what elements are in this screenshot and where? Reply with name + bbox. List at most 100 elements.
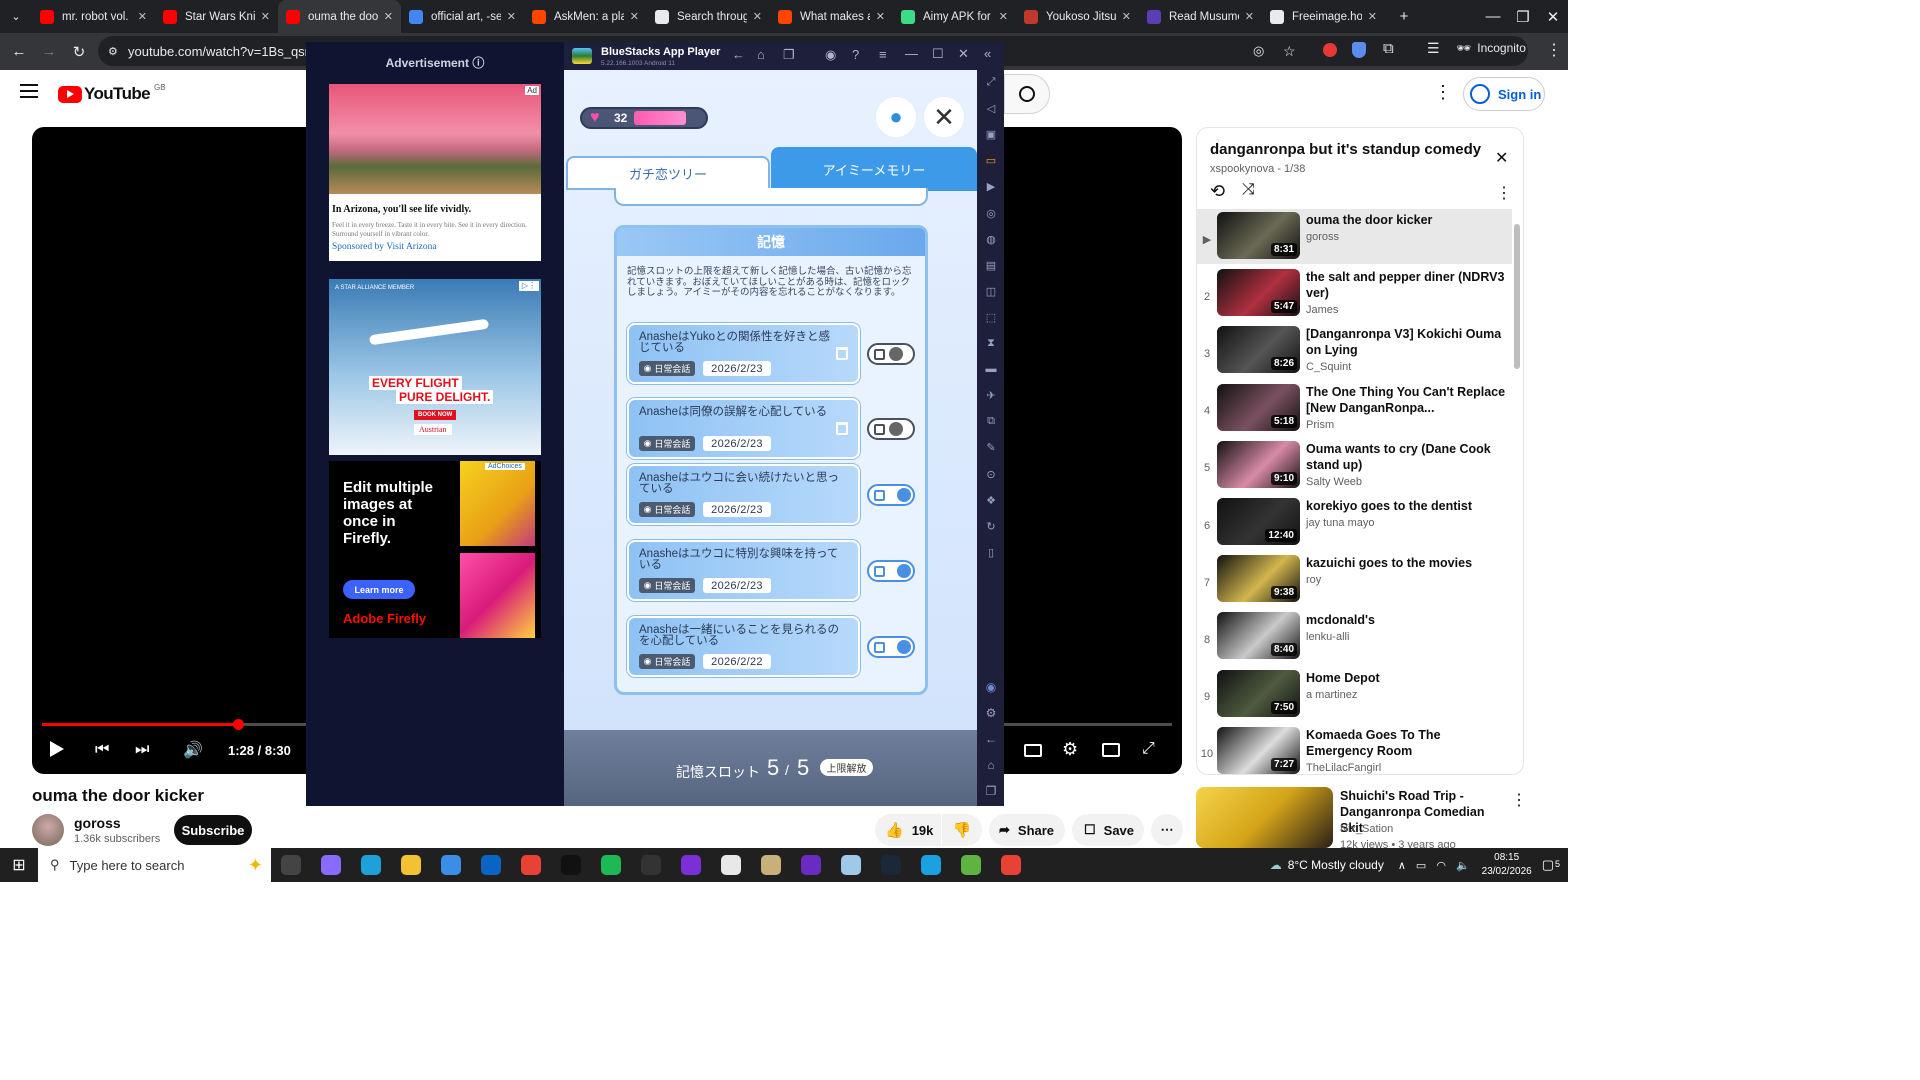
store-icon[interactable] [431,848,471,882]
bs-macro-icon[interactable]: ⧗ [984,337,998,350]
browser-tab[interactable]: ouma the door kicker ✕ [278,0,401,33]
settings-dots-icon[interactable]: ⋮ [1434,82,1452,103]
bs-maximize-icon[interactable]: ☐ [932,46,944,62]
browser-tab[interactable]: What makes a ✕ [770,0,893,33]
live-icon[interactable] [551,848,591,882]
info-icon[interactable]: ⓘ [472,56,484,70]
loop-icon[interactable]: ⟲ [1210,181,1225,202]
bs-help-icon[interactable]: ? [852,47,859,62]
memory-lock-toggle[interactable] [867,636,915,658]
next-icon[interactable]: ⏭ [135,741,149,759]
bs-rotate-icon[interactable]: ◎ [984,207,998,220]
playlist-close-icon[interactable]: ✕ [1495,148,1508,168]
bs-multi-instance-icon[interactable]: ❐ [783,47,795,63]
bs-home-icon[interactable]: ⌂ [984,758,998,772]
memory-lock-toggle[interactable] [867,343,915,365]
bs-close-icon[interactable]: ✕ [958,46,969,62]
tab-close-icon[interactable]: ✕ [1245,10,1254,23]
next-video-menu-icon[interactable]: ⋮ [1511,790,1527,810]
tab-close-icon[interactable]: ✕ [384,10,393,23]
fullscreen-icon[interactable]: ⤢ [1142,740,1155,758]
chrome-icon[interactable] [511,848,551,882]
subtitles-icon[interactable] [1024,744,1042,757]
browser-tab[interactable]: Youkoso Jitsuryoku ✕ [1016,0,1139,33]
share-button[interactable]: ➦ Share [989,814,1065,846]
search-button[interactable] [1004,74,1050,114]
play-icon[interactable] [50,741,64,757]
sign-in-button[interactable]: Sign in [1463,77,1545,111]
extensions-puzzle-icon[interactable]: ⧉ [1383,40,1394,57]
tray-chevron-icon[interactable]: ∧ [1398,859,1406,872]
tab-close-icon[interactable]: ✕ [630,10,639,23]
channel-name[interactable]: goross [74,815,121,831]
bs-layers-icon[interactable]: ❖ [984,494,998,507]
bs-recents-icon[interactable]: ❐ [984,784,998,798]
bs-back-icon[interactable]: ← [732,47,745,62]
memory-lock-toggle[interactable] [867,418,915,440]
clock[interactable]: 08:15 23/02/2026 [1482,851,1532,879]
tray-network-icon[interactable]: ▭ [1416,859,1426,872]
spotify-icon[interactable] [591,848,631,882]
bs-settings-gear-icon[interactable]: ⚙ [984,706,998,720]
dislike-button[interactable]: 👎 [942,814,982,846]
glass-app-icon[interactable] [831,848,871,882]
chrome-active-icon[interactable] [991,848,1031,882]
windows-start-icon[interactable]: ⊞ [0,855,38,875]
tab-close-icon[interactable]: ✕ [999,10,1008,23]
bs-folder-icon[interactable]: ▬ [984,363,998,375]
browser-tab[interactable]: Read Musume ✕ [1139,0,1262,33]
bs-location-icon[interactable]: ⊙ [984,468,998,481]
playlist-item[interactable]: 5 9:10 Ouma wants to cry (Dane Cook stan… [1197,440,1513,496]
playlist-item[interactable]: 3 8:26 [Danganronpa V3] Kokichi Ouma on … [1197,326,1513,381]
memory-lock-toggle[interactable] [867,560,915,582]
playlist-item[interactable]: 10 7:27 Komaeda Goes To The Emergency Ro… [1197,726,1513,774]
tab-close-icon[interactable]: ✕ [876,10,885,23]
playlist-item[interactable]: 9 7:50 Home Depot a martinez [1197,669,1513,725]
playlist-item[interactable]: 8 8:40 mcdonald's lenku-alli [1197,612,1513,667]
bs-menu-icon[interactable]: ≡ [879,47,887,62]
extension-icon-red[interactable] [1323,43,1337,57]
tab-gachikoi-tree[interactable]: ガチ恋ツリー [566,156,770,190]
bs-gamepad-icon[interactable]: ◍ [984,233,998,246]
arizona-ad-sponsor[interactable]: Sponsored by Visit Arizona [329,239,541,255]
browser-tab[interactable]: AskMen: a place ✕ [524,0,647,33]
chrome-dev-icon[interactable] [711,848,751,882]
close-button[interactable]: ✕ [924,97,964,137]
memory-lock-toggle[interactable] [867,484,915,506]
bs-collapse-sidebar-icon[interactable]: « [984,46,991,61]
adchoices-label[interactable]: AdChoices [485,463,525,470]
bs-discord-icon[interactable]: ◉ [984,680,998,694]
subscribe-button[interactable]: Subscribe [174,815,252,845]
bs-screen-recorder-icon[interactable]: ⬚ [984,311,998,324]
hamburger-menu-icon[interactable] [20,84,38,98]
playlist-item[interactable]: 6 12:40 korekiyo goes to the dentist jay… [1197,498,1513,553]
media-control-icon[interactable]: ☰ [1427,40,1440,57]
austrian-ad[interactable]: A STAR ALLIANCE MEMBER ▷⋮ EVERY FLIGHT P… [329,279,541,455]
copilot-icon[interactable] [311,848,351,882]
bs-multi-instance-icon[interactable]: ⧉ [984,415,998,428]
tab-close-icon[interactable]: ✕ [261,10,270,23]
tab-aimy-memory[interactable]: アイミーメモリー [771,147,977,191]
bs-volume-icon[interactable]: ◁ [984,102,998,115]
bs-account-icon[interactable]: ◉ [825,47,836,63]
playlist-scrollbar[interactable] [1514,224,1520,369]
bs-back-icon[interactable]: ← [984,732,998,746]
playlist-item[interactable]: 7 9:38 kazuichi goes to the movies roy [1197,555,1513,610]
close-icon[interactable]: ✕ [1538,8,1568,26]
bs-sync-icon[interactable]: ↻ [984,520,998,533]
outlook-icon[interactable] [471,848,511,882]
bs-minimize-icon[interactable]: — [905,46,918,61]
bookmark-star-icon[interactable]: ☆ [1283,43,1296,60]
playlist-owner[interactable]: xspookynova [1210,163,1274,175]
bs-airplane-icon[interactable]: ✈ [984,389,998,402]
file-explorer-icon[interactable] [391,848,431,882]
bs-camera-icon[interactable]: ◫ [984,285,998,298]
next-video-thumbnail[interactable] [1196,787,1333,848]
blue-app-icon[interactable] [911,848,951,882]
browser-tab[interactable]: Freeimage.host ✕ [1262,0,1385,33]
taskbar-search-box[interactable]: ⚲ Type here to search ✦ [38,848,271,882]
purple-square-icon[interactable] [791,848,831,882]
browser-tab[interactable]: Search through ✕ [647,0,770,33]
firefly-learn-more-button[interactable]: Learn more [343,580,415,599]
eye-off-icon[interactable]: ◎ [1253,43,1264,59]
